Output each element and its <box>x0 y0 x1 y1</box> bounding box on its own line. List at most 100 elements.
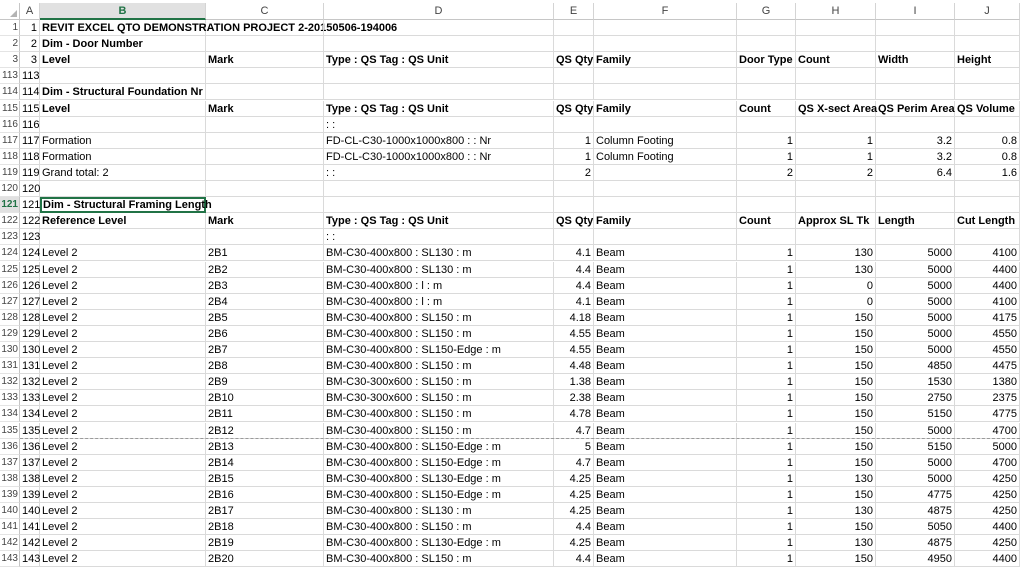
row-header[interactable]: 113 <box>0 68 20 85</box>
cell-i[interactable]: 4950 <box>876 551 955 568</box>
cell-e[interactable] <box>554 197 594 214</box>
cell-f[interactable]: Beam <box>594 277 737 294</box>
cell-g[interactable]: 1 <box>737 422 796 439</box>
row-header[interactable]: 125 <box>0 261 20 278</box>
cell-g[interactable]: 1 <box>737 309 796 326</box>
cell-c[interactable]: 2B16 <box>206 486 324 503</box>
cell-c[interactable]: 2B17 <box>206 503 324 519</box>
cell-f[interactable]: Beam <box>594 551 737 568</box>
cell-e[interactable] <box>554 116 594 133</box>
cell-h[interactable]: 150 <box>796 309 876 326</box>
cell-b[interactable]: Level 2 <box>40 325 206 342</box>
cell-b[interactable]: Dim - Structural Foundation Nr <box>40 84 206 101</box>
cell-c[interactable]: 2B8 <box>206 358 324 375</box>
cell-e[interactable]: 4.7 <box>554 454 594 471</box>
cell-d[interactable]: BM-C30-300x600 : SL150 : m <box>324 374 554 391</box>
cell-d[interactable]: BM-C30-400x800 : SL150 : m <box>324 406 554 423</box>
cell-e[interactable]: 4.1 <box>554 293 594 310</box>
cell-f[interactable]: Beam <box>594 503 737 519</box>
column-header-e[interactable]: E <box>554 3 594 20</box>
cell-d[interactable]: FD-CL-C30-1000x1000x800 : : Nr <box>324 132 554 149</box>
cell-i[interactable]: Width <box>876 52 955 69</box>
cell-j[interactable]: 4175 <box>955 309 1020 326</box>
cell-a[interactable]: 130 <box>20 342 40 358</box>
cell-e[interactable]: 4.4 <box>554 519 594 536</box>
cell-e[interactable]: 4.25 <box>554 503 594 519</box>
cell-h[interactable]: 130 <box>796 245 876 262</box>
cell-g[interactable]: 1 <box>737 470 796 487</box>
column-header-c[interactable]: C <box>206 3 324 20</box>
cell-h[interactable]: Approx SL Tk <box>796 213 876 230</box>
cell-b[interactable]: Level 2 <box>40 277 206 294</box>
cell-j[interactable]: 4400 <box>955 261 1020 278</box>
cell-a[interactable]: 119 <box>20 164 40 181</box>
cell-d[interactable]: Type : QS Tag : QS Unit <box>324 100 554 117</box>
cell-f[interactable]: Beam <box>594 358 737 375</box>
cell-e[interactable] <box>554 36 594 53</box>
cell-j[interactable]: 4550 <box>955 342 1020 358</box>
cell-i[interactable]: 5000 <box>876 342 955 358</box>
cell-c[interactable]: 2B7 <box>206 342 324 358</box>
cell-e[interactable]: 4.4 <box>554 551 594 568</box>
cell-c[interactable]: 2B6 <box>206 325 324 342</box>
cell-b[interactable]: Grand total: 2 <box>40 164 206 181</box>
cell-h[interactable] <box>796 20 876 36</box>
cell-e[interactable] <box>554 229 594 246</box>
cell-f[interactable]: Beam <box>594 374 737 391</box>
cell-d[interactable]: : : <box>324 229 554 246</box>
cell-g[interactable]: 1 <box>737 132 796 149</box>
cell-g[interactable]: 1 <box>737 245 796 262</box>
cell-e[interactable]: QS Qty <box>554 100 594 117</box>
cell-g[interactable] <box>737 197 796 214</box>
cell-j[interactable] <box>955 84 1020 101</box>
cell-e[interactable] <box>554 84 594 101</box>
cell-i[interactable]: 2750 <box>876 390 955 407</box>
cell-h[interactable]: 0 <box>796 277 876 294</box>
cell-c[interactable]: 2B9 <box>206 374 324 391</box>
cell-h[interactable]: 150 <box>796 454 876 471</box>
cell-j[interactable]: Height <box>955 52 1020 69</box>
cell-j[interactable]: 4700 <box>955 454 1020 471</box>
cell-d[interactable]: Type : QS Tag : QS Unit <box>324 213 554 230</box>
cell-h[interactable] <box>796 36 876 53</box>
cell-j[interactable]: 4475 <box>955 358 1020 375</box>
row-header[interactable]: 114 <box>0 84 20 101</box>
cell-f[interactable]: Beam <box>594 325 737 342</box>
cell-d[interactable]: BM-C30-400x800 : SL150-Edge : m <box>324 454 554 471</box>
cell-d[interactable]: BM-C30-400x800 : SL150 : m <box>324 325 554 342</box>
cell-h[interactable]: 2 <box>796 164 876 181</box>
row-header[interactable]: 3 <box>0 52 20 69</box>
cell-c[interactable]: Mark <box>206 213 324 230</box>
cell-g[interactable]: 1 <box>737 148 796 165</box>
cell-a[interactable]: 139 <box>20 486 40 503</box>
cell-g[interactable]: 1 <box>737 374 796 391</box>
cell-g[interactable]: 1 <box>737 519 796 536</box>
cell-a[interactable]: 116 <box>20 116 40 133</box>
column-header-a[interactable]: A <box>20 3 40 20</box>
cell-c[interactable] <box>206 197 324 214</box>
cell-j[interactable]: 4400 <box>955 519 1020 536</box>
cell-e[interactable]: 4.25 <box>554 535 594 552</box>
cell-a[interactable]: 126 <box>20 277 40 294</box>
cell-b[interactable]: Level 2 <box>40 535 206 552</box>
cell-f[interactable]: Column Footing <box>594 148 737 165</box>
cell-e[interactable]: 4.25 <box>554 486 594 503</box>
cell-e[interactable]: 4.78 <box>554 406 594 423</box>
row-header[interactable]: 138 <box>0 470 20 487</box>
cell-f[interactable]: Beam <box>594 422 737 439</box>
cell-a[interactable]: 117 <box>20 132 40 149</box>
cell-f[interactable]: Beam <box>594 342 737 358</box>
cell-j[interactable]: 4250 <box>955 535 1020 552</box>
row-header[interactable]: 128 <box>0 309 20 326</box>
cell-b[interactable] <box>40 181 206 197</box>
cell-f[interactable]: Beam <box>594 454 737 471</box>
cell-c[interactable]: 2B5 <box>206 309 324 326</box>
cell-h[interactable] <box>796 229 876 246</box>
cell-a[interactable]: 137 <box>20 454 40 471</box>
cell-c[interactable]: 2B18 <box>206 519 324 536</box>
cell-h[interactable]: 150 <box>796 358 876 375</box>
cell-i[interactable]: 5000 <box>876 245 955 262</box>
cell-d[interactable] <box>324 84 554 101</box>
cell-g[interactable]: Count <box>737 100 796 117</box>
cell-b[interactable] <box>40 229 206 246</box>
